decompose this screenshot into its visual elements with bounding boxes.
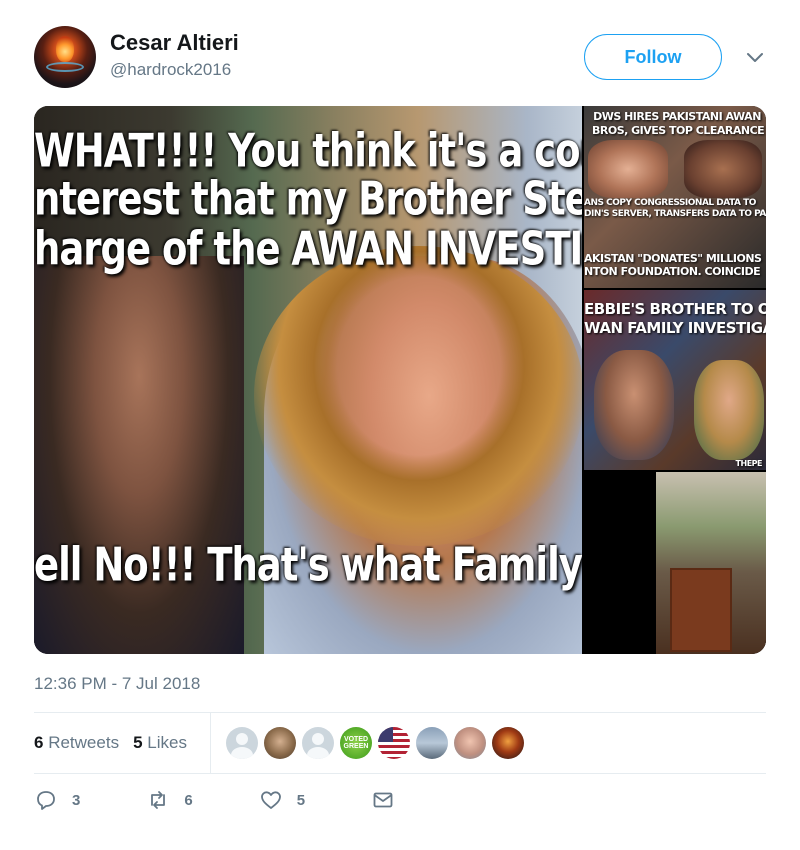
liker-avatar[interactable] <box>492 727 524 759</box>
chevron-down-icon[interactable] <box>744 46 766 68</box>
side-image-headline[interactable]: DWS HIRES PAKISTANI AWAN BROS, GIVES TOP… <box>584 106 766 288</box>
podium-graphic <box>670 568 732 652</box>
like-button[interactable]: 5 <box>259 788 305 812</box>
liker-avatar[interactable] <box>264 727 296 759</box>
man-figure <box>34 256 244 654</box>
retweet-icon <box>151 791 166 809</box>
meme-text-line-3: harge of the AWAN INVESTIGA <box>34 222 582 276</box>
heart-icon <box>260 791 281 809</box>
liker-avatar[interactable]: VOTED GREEN <box>340 727 372 759</box>
likes-stat[interactable]: 5 Likes <box>133 733 187 753</box>
liker-avatar[interactable] <box>302 727 334 759</box>
retweet-button[interactable]: 6 <box>146 788 193 812</box>
flame-graphic <box>56 36 74 62</box>
retweet-count: 6 <box>184 791 193 809</box>
divider <box>34 712 766 713</box>
face-graphic <box>588 140 668 198</box>
author-handle[interactable]: @hardrock2016 <box>110 60 231 80</box>
reply-button[interactable]: 3 <box>34 788 80 812</box>
liker-avatar[interactable] <box>378 727 410 759</box>
meme-text-line-4: ell No!!! That's what Family' <box>34 538 582 592</box>
liker-avatar[interactable] <box>226 727 258 759</box>
side-image-podium[interactable] <box>584 472 766 654</box>
tweet-header: Cesar Altieri @hardrock2016 Follow <box>34 26 766 90</box>
action-bar: 3 6 5 <box>34 788 461 812</box>
likes-count: 5 <box>133 733 143 752</box>
author-avatar[interactable] <box>34 26 96 88</box>
direct-message-button[interactable] <box>371 788 395 812</box>
face-graphic <box>694 360 764 460</box>
reply-count: 3 <box>72 791 81 809</box>
side-image-brother[interactable]: EBBIE'S BROTHER TO OV WAN FAMILY INVESTI… <box>584 290 766 470</box>
retweets-count: 6 <box>34 733 44 752</box>
face-graphic <box>594 350 674 460</box>
reply-icon <box>37 791 55 810</box>
meme-image[interactable]: WHAT!!!! You think it's a conf nterest t… <box>34 106 582 654</box>
panel-headline: DWS HIRES PAKISTANI AWAN BROS, GIVES TOP… <box>592 110 765 137</box>
face-graphic <box>684 140 762 198</box>
liker-avatar[interactable] <box>416 727 448 759</box>
panel-subtext-2: AKISTAN "DONATES" MILLIONS NTON FOUNDATI… <box>584 252 762 278</box>
meme-text-line-1: WHAT!!!! You think it's a conf <box>34 124 582 178</box>
panel-headline-2: EBBIE'S BROTHER TO OV WAN FAMILY INVESTI… <box>584 300 766 337</box>
liker-avatars: VOTED GREEN <box>226 727 524 759</box>
author-display-name[interactable]: Cesar Altieri <box>110 30 239 56</box>
liker-avatar[interactable] <box>454 727 486 759</box>
follow-button[interactable]: Follow <box>584 34 722 80</box>
likes-label: Likes <box>147 733 187 752</box>
ring-graphic <box>46 62 84 72</box>
like-count: 5 <box>296 791 306 809</box>
retweets-label: Retweets <box>48 733 120 752</box>
panel-subtext: ANS COPY CONGRESSIONAL DATA TO DIN'S SER… <box>584 198 766 219</box>
vertical-divider <box>210 712 211 773</box>
hair-shape <box>254 246 582 546</box>
retweets-stat[interactable]: 6 Retweets <box>34 733 119 753</box>
envelope-icon <box>373 792 393 808</box>
tweet-media[interactable]: WHAT!!!! You think it's a conf nterest t… <box>34 106 766 654</box>
divider <box>34 773 766 774</box>
engagement-stats: 6 Retweets 5 Likes <box>34 733 187 753</box>
tweet-timestamp[interactable]: 12:36 PM - 7 Jul 2018 <box>34 674 200 694</box>
panel-credit: THEPE <box>735 459 763 468</box>
meme-text-line-2: nterest that my Brother Ste <box>34 172 582 226</box>
